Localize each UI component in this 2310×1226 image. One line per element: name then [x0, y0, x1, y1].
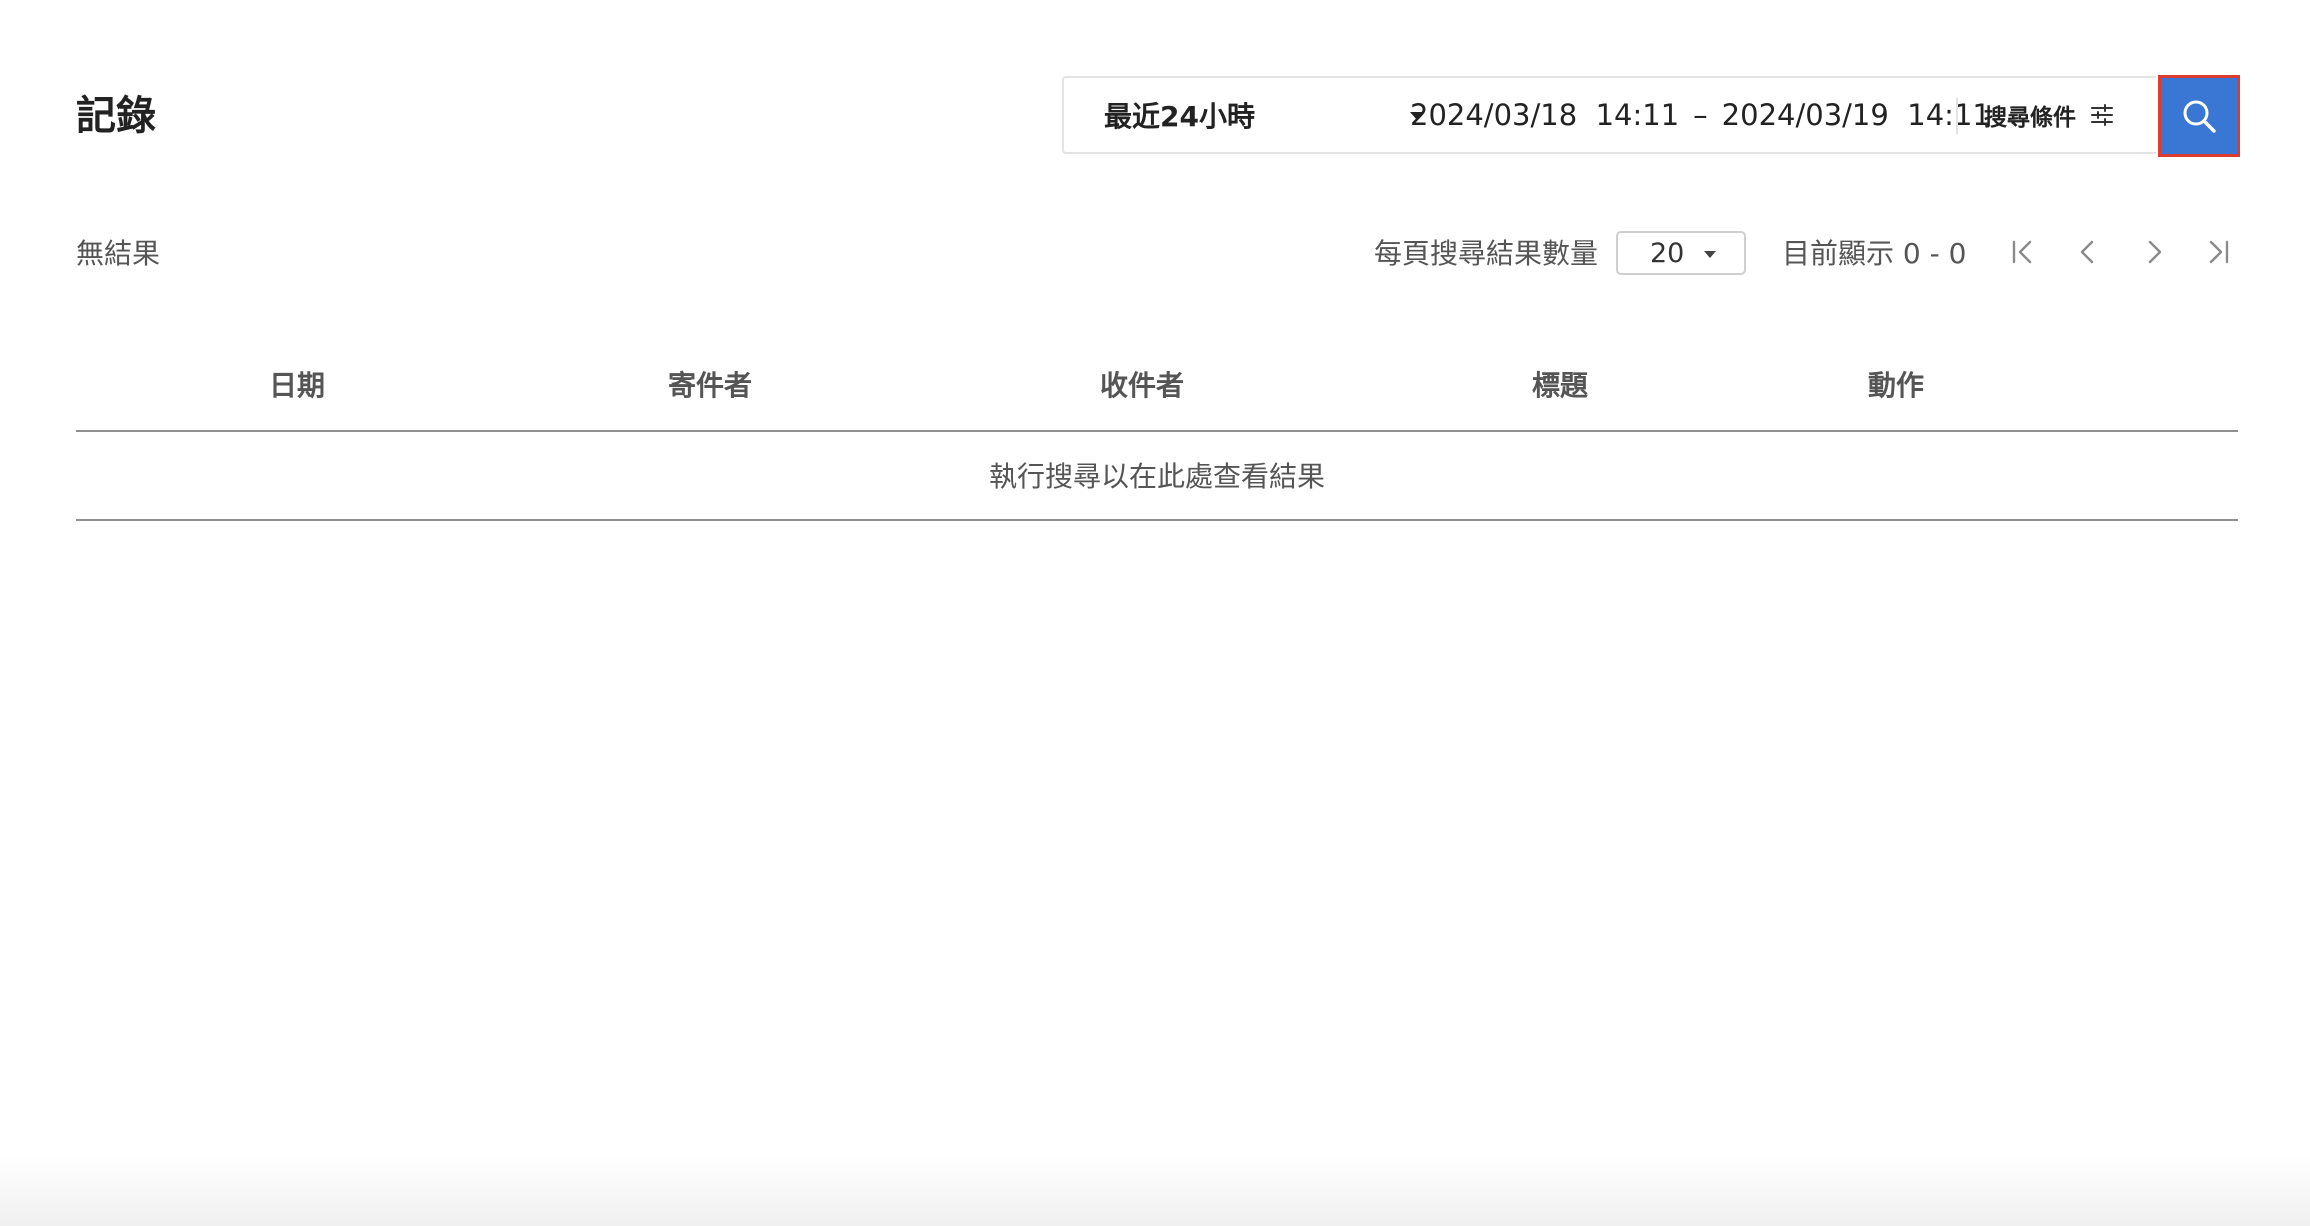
search-bar-divider [1956, 98, 1958, 134]
column-header-sender[interactable]: 寄件者 [668, 366, 752, 406]
start-date: 2024/03/18 [1410, 98, 1578, 132]
logs-page: 記錄 最近24小時 2024/03/18 14:11 – 2024/03/19 … [0, 0, 2310, 1226]
column-header-date[interactable]: 日期 [269, 366, 325, 406]
previous-page-icon [2080, 240, 2094, 264]
time-range-value: 最近24小時 [1104, 100, 1255, 133]
date-range-field[interactable]: 2024/03/18 14:11 – 2024/03/19 14:11 [1410, 78, 1991, 152]
date-range-separator: – [1693, 98, 1708, 132]
results-status: 無結果 [76, 237, 161, 270]
previous-page-button[interactable] [2068, 232, 2108, 272]
chevron-down-icon [1704, 251, 1716, 258]
next-page-button[interactable] [2134, 232, 2174, 272]
first-page-button[interactable] [2003, 232, 2043, 272]
last-page-icon [2209, 240, 2229, 264]
bottom-shadow [0, 1156, 2310, 1226]
column-header-recipient[interactable]: 收件者 [1100, 366, 1184, 406]
sliders-icon [2091, 104, 2113, 126]
end-time: 14:11 [1907, 98, 1991, 132]
start-time: 14:11 [1595, 98, 1680, 132]
first-page-icon [2012, 240, 2032, 264]
next-page-icon [2148, 240, 2162, 264]
table-header-divider [76, 430, 2238, 432]
empty-results-message: 執行搜尋以在此處查看結果 [988, 460, 1325, 493]
search-criteria-button[interactable]: 搜尋條件 [1984, 78, 2114, 152]
page-title: 記錄 [76, 93, 156, 139]
per-page-value: 20 [1650, 237, 1685, 269]
end-date: 2024/03/19 [1721, 98, 1889, 132]
per-page-select[interactable]: 20 [1616, 231, 1746, 275]
showing-range-label: 目前顯示 0 - 0 [1782, 237, 1967, 270]
column-header-action[interactable]: 動作 [1868, 366, 1924, 406]
search-criteria-label: 搜尋條件 [1984, 105, 2076, 131]
search-bar: 最近24小時 2024/03/18 14:11 – 2024/03/19 14:… [1062, 76, 2156, 154]
table-bottom-divider [76, 519, 2238, 521]
per-page-label: 每頁搜尋結果數量 [1374, 237, 1599, 270]
column-header-subject[interactable]: 標題 [1532, 366, 1588, 406]
last-page-button[interactable] [2198, 232, 2238, 272]
search-icon [2183, 100, 2216, 133]
time-range-select[interactable]: 最近24小時 [1104, 78, 1424, 152]
search-button[interactable] [2158, 75, 2240, 157]
